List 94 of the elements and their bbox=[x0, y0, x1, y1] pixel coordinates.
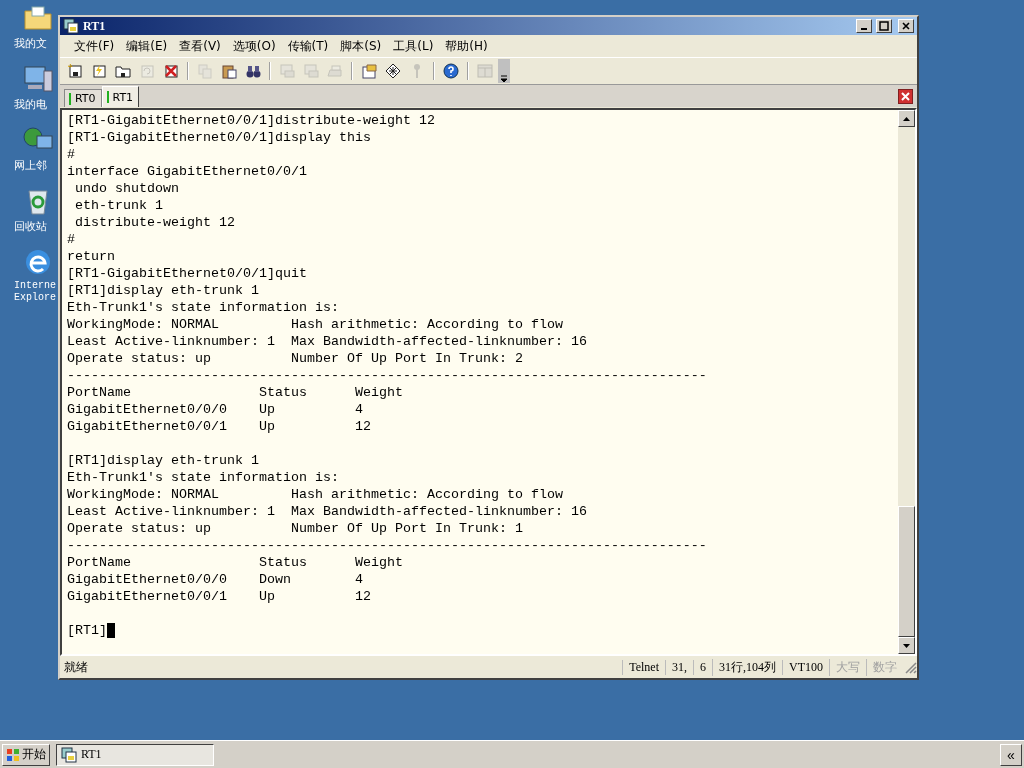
terminal-line: PortName Status Weight bbox=[67, 554, 403, 571]
terminal-line: Eth-Trunk1's state information is: bbox=[67, 299, 339, 316]
menu-item[interactable]: 文件(F) bbox=[68, 37, 121, 55]
copy-icon bbox=[197, 63, 213, 79]
binoculars-icon bbox=[245, 63, 261, 79]
status-field: 31行,104列 bbox=[712, 658, 782, 676]
menu-item[interactable]: 帮助(H) bbox=[439, 37, 494, 55]
start-button[interactable]: 开始 bbox=[2, 743, 50, 766]
status-field: 31, bbox=[665, 659, 693, 675]
clipboard-icon bbox=[221, 63, 237, 79]
terminal-line: [RT1]display eth-trunk 1 bbox=[67, 282, 259, 299]
terminal-line: GigabitEthernet0/0/0 Up 4 bbox=[67, 401, 363, 418]
terminal-line: [RT1-GigabitEthernet0/0/1]quit bbox=[67, 265, 307, 282]
terminal-line: -------------------------------------------------------------------------------- bbox=[67, 537, 707, 554]
terminal-line: Least Active-linknumber: 1 Max Bandwidth-affected-linknumber: 16 bbox=[67, 503, 587, 520]
terminal-line: Operate status: up Number Of Up Port In Trunk: 2 bbox=[67, 350, 523, 367]
desktop-icon-label[interactable]: 网上邻 bbox=[14, 158, 47, 173]
terminal-line: [RT1-GigabitEthernet0/0/1]display this bbox=[67, 129, 371, 146]
menu-item[interactable]: 脚本(S) bbox=[334, 37, 388, 55]
desktop-icon-label[interactable]: 回收站 bbox=[14, 219, 47, 234]
menu-item[interactable]: 编辑(E) bbox=[120, 37, 174, 55]
screen-print-icon bbox=[303, 63, 319, 79]
terminal-line: PortName Status Weight bbox=[67, 384, 403, 401]
maximize-icon bbox=[879, 21, 889, 31]
reconnect-icon bbox=[139, 63, 155, 79]
chevron-down-icon bbox=[500, 75, 508, 83]
terminal-line: -------------------------------------------------------------------------------- bbox=[67, 367, 707, 384]
minimize-icon bbox=[861, 28, 867, 30]
screen-print-icon bbox=[279, 63, 295, 79]
terminal-line: Operate status: up Number Of Up Port In Trunk: 1 bbox=[67, 520, 523, 537]
toolbar-overflow-button[interactable] bbox=[498, 59, 510, 83]
terminal-line: Least Active-linknumber: 1 Max Bandwidth-affected-linknumber: 16 bbox=[67, 333, 587, 350]
menu-item[interactable]: 工具(L) bbox=[387, 37, 440, 55]
lightning-icon bbox=[91, 63, 107, 79]
session-tab[interactable]: RT1 bbox=[101, 86, 140, 107]
text-cursor bbox=[107, 623, 115, 638]
down-arrow-icon bbox=[903, 643, 910, 648]
terminal-line: interface GigabitEthernet0/0/1 bbox=[67, 163, 307, 180]
up-arrow-icon bbox=[903, 116, 910, 121]
printer-icon bbox=[327, 63, 343, 79]
windows-logo-icon bbox=[6, 747, 20, 762]
scroll-thumb[interactable] bbox=[898, 506, 915, 637]
maximize-button[interactable] bbox=[876, 19, 892, 33]
terminal-line: return bbox=[67, 248, 115, 265]
menu-item[interactable]: 传输(T) bbox=[281, 37, 335, 55]
menu-item[interactable]: 查看(V) bbox=[173, 37, 227, 55]
terminal-line: WorkingMode: NORMAL Hash arithmetic: According to flow bbox=[67, 486, 563, 503]
help-icon bbox=[443, 63, 459, 79]
terminal-line: Eth-Trunk1's state information is: bbox=[67, 469, 339, 486]
command-prompt: [RT1] bbox=[67, 622, 107, 639]
vertical-scrollbar[interactable] bbox=[898, 110, 915, 654]
desktop-icon-label[interactable]: Interne Explore bbox=[14, 280, 56, 304]
desktop-icon-label[interactable]: 我的电 bbox=[14, 97, 47, 112]
keymap-icon bbox=[385, 63, 401, 79]
terminal-line: eth-trunk 1 bbox=[74, 197, 163, 214]
terminal-line: GigabitEthernet0/0/0 Down 4 bbox=[67, 571, 363, 588]
status-field: 数字 bbox=[866, 658, 903, 676]
app-icon bbox=[61, 746, 77, 763]
folder-icon bbox=[115, 63, 131, 79]
menu-item[interactable]: 选项(O) bbox=[226, 37, 282, 55]
terminal-line: WorkingMode: NORMAL Hash arithmetic: According to flow bbox=[67, 316, 563, 333]
scroll-up-button[interactable] bbox=[898, 110, 915, 127]
terminal-line: # bbox=[67, 231, 75, 248]
new-session-icon bbox=[67, 63, 83, 79]
status-field: Telnet bbox=[622, 659, 665, 675]
window-title: RT1 bbox=[83, 18, 106, 34]
close-button[interactable] bbox=[898, 19, 914, 33]
status-message: 就绪 bbox=[64, 659, 88, 674]
close-icon bbox=[901, 92, 910, 101]
terminal-line: GigabitEthernet0/0/1 Up 12 bbox=[67, 588, 371, 605]
toolbar-button[interactable] bbox=[440, 60, 462, 82]
close-tab-button[interactable] bbox=[898, 89, 913, 104]
scroll-down-button[interactable] bbox=[898, 637, 915, 654]
computer-icon bbox=[22, 63, 54, 95]
minimize-button[interactable] bbox=[856, 19, 872, 33]
show-tray-button[interactable]: « bbox=[1000, 743, 1022, 766]
window-tile-icon bbox=[477, 63, 493, 79]
app-icon bbox=[63, 18, 79, 34]
terminal-line: # bbox=[67, 146, 75, 163]
session-tab[interactable]: RT0 bbox=[64, 89, 102, 107]
terminal-line: [RT1]display eth-trunk 1 bbox=[67, 452, 259, 469]
resize-grip-icon[interactable] bbox=[903, 660, 917, 674]
desktop-icon-label[interactable]: 我的文 bbox=[14, 36, 47, 51]
status-field: VT100 bbox=[782, 659, 829, 675]
status-field: 大写 bbox=[829, 658, 866, 676]
terminal-line: undo shutdown bbox=[74, 180, 179, 197]
properties-icon bbox=[361, 63, 377, 79]
terminal-line: distribute-weight 12 bbox=[74, 214, 235, 231]
close-icon bbox=[901, 21, 911, 31]
terminal-line: GigabitEthernet0/0/1 Up 12 bbox=[67, 418, 371, 435]
disconnect-icon bbox=[163, 63, 179, 79]
status-field: 6 bbox=[693, 659, 712, 675]
taskbar-task-button[interactable]: RT1 bbox=[56, 743, 214, 766]
terminal-line: [RT1-GigabitEthernet0/0/1]distribute-weight 12 bbox=[67, 112, 435, 129]
